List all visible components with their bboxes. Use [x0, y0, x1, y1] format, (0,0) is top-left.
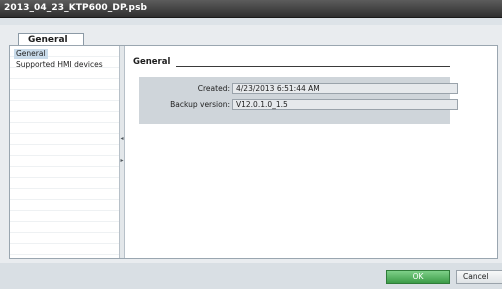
section-title: General — [133, 57, 171, 67]
window-title-bar[interactable]: 2013_04_23_KTP600_DP.psb — [0, 0, 502, 18]
collapse-left-arrow-icon[interactable]: ◂ — [120, 135, 124, 143]
backup-version-row: Backup version: V12.0.1.0_1.5 — [139, 99, 458, 111]
nav-item-supported-hmi-devices[interactable]: Supported HMI devices — [14, 60, 105, 70]
dialog-footer: OK Cancel — [0, 263, 502, 289]
created-row: Created: 4/23/2013 6:51:44 AM — [139, 83, 458, 95]
backup-version-label: Backup version: — [170, 100, 230, 109]
cancel-button[interactable]: Cancel — [456, 270, 502, 284]
nav-item-general[interactable]: General — [14, 49, 48, 59]
section-divider — [176, 66, 450, 67]
created-label: Created: — [197, 84, 230, 93]
backup-version-field[interactable]: V12.0.1.0_1.5 — [232, 99, 458, 110]
content-area: General Created: 4/23/2013 6:51:44 AM Ba… — [125, 46, 497, 258]
window-title: 2013_04_23_KTP600_DP.psb — [4, 3, 148, 13]
created-field[interactable]: 4/23/2013 6:51:44 AM — [232, 83, 458, 94]
tab-bar: General — [8, 25, 502, 46]
properties-panel: General Supported HMI devices ◂ ▸ Genera… — [9, 45, 498, 259]
ok-button[interactable]: OK — [386, 270, 450, 284]
navigation-tree: General Supported HMI devices — [10, 46, 119, 258]
info-group: Created: 4/23/2013 6:51:44 AM Backup ver… — [139, 77, 458, 124]
title-strip — [0, 18, 502, 25]
expand-right-arrow-icon[interactable]: ▸ — [120, 157, 124, 165]
